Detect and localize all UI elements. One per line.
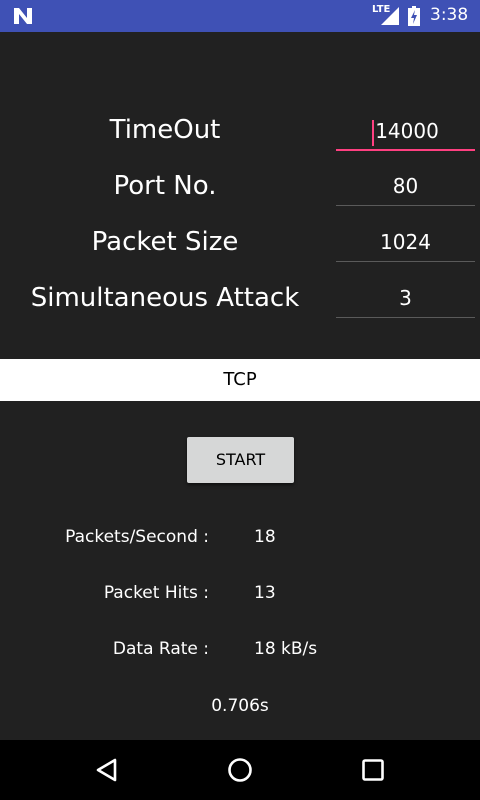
start-button[interactable]: START bbox=[187, 437, 294, 483]
text-cursor bbox=[372, 119, 375, 146]
timeout-field[interactable]: 14000 bbox=[336, 111, 475, 151]
packet-size-field[interactable]: 1024 bbox=[336, 222, 475, 262]
back-icon[interactable] bbox=[89, 752, 125, 788]
elapsed-time: 0.706s bbox=[211, 696, 269, 716]
timeout-label: TimeOut bbox=[109, 115, 221, 145]
port-label: Port No. bbox=[113, 171, 217, 201]
packet-size-label: Packet Size bbox=[91, 227, 239, 257]
clock: 3:38 bbox=[430, 5, 469, 25]
data-rate-label: Data Rate : bbox=[112, 639, 209, 659]
battery-charging-icon bbox=[408, 6, 420, 26]
simultaneous-attack-label: Simultaneous Attack bbox=[30, 283, 300, 313]
signal-icon bbox=[381, 7, 399, 25]
data-rate-value: 18 kB/s bbox=[254, 639, 318, 659]
home-icon[interactable] bbox=[222, 752, 258, 788]
packets-per-second-label: Packets/Second : bbox=[65, 527, 209, 547]
timeout-value: 14000 bbox=[375, 119, 439, 143]
protocol-selected-value: TCP bbox=[223, 369, 257, 390]
packet-size-value: 1024 bbox=[380, 230, 431, 254]
port-value: 80 bbox=[392, 174, 419, 198]
recents-icon[interactable] bbox=[355, 752, 391, 788]
packets-per-second-value: 18 bbox=[254, 527, 276, 547]
protocol-spinner[interactable]: TCP bbox=[0, 359, 480, 401]
simultaneous-attack-field[interactable]: 3 bbox=[336, 278, 475, 318]
navigation-bar bbox=[0, 740, 480, 800]
status-bar: LTE 3:38 bbox=[0, 0, 480, 32]
simultaneous-attack-value: 3 bbox=[399, 286, 412, 310]
port-field[interactable]: 80 bbox=[336, 166, 475, 206]
packet-hits-label: Packet Hits : bbox=[103, 583, 209, 603]
notification-n-icon bbox=[14, 8, 32, 24]
packet-hits-value: 13 bbox=[254, 583, 276, 603]
